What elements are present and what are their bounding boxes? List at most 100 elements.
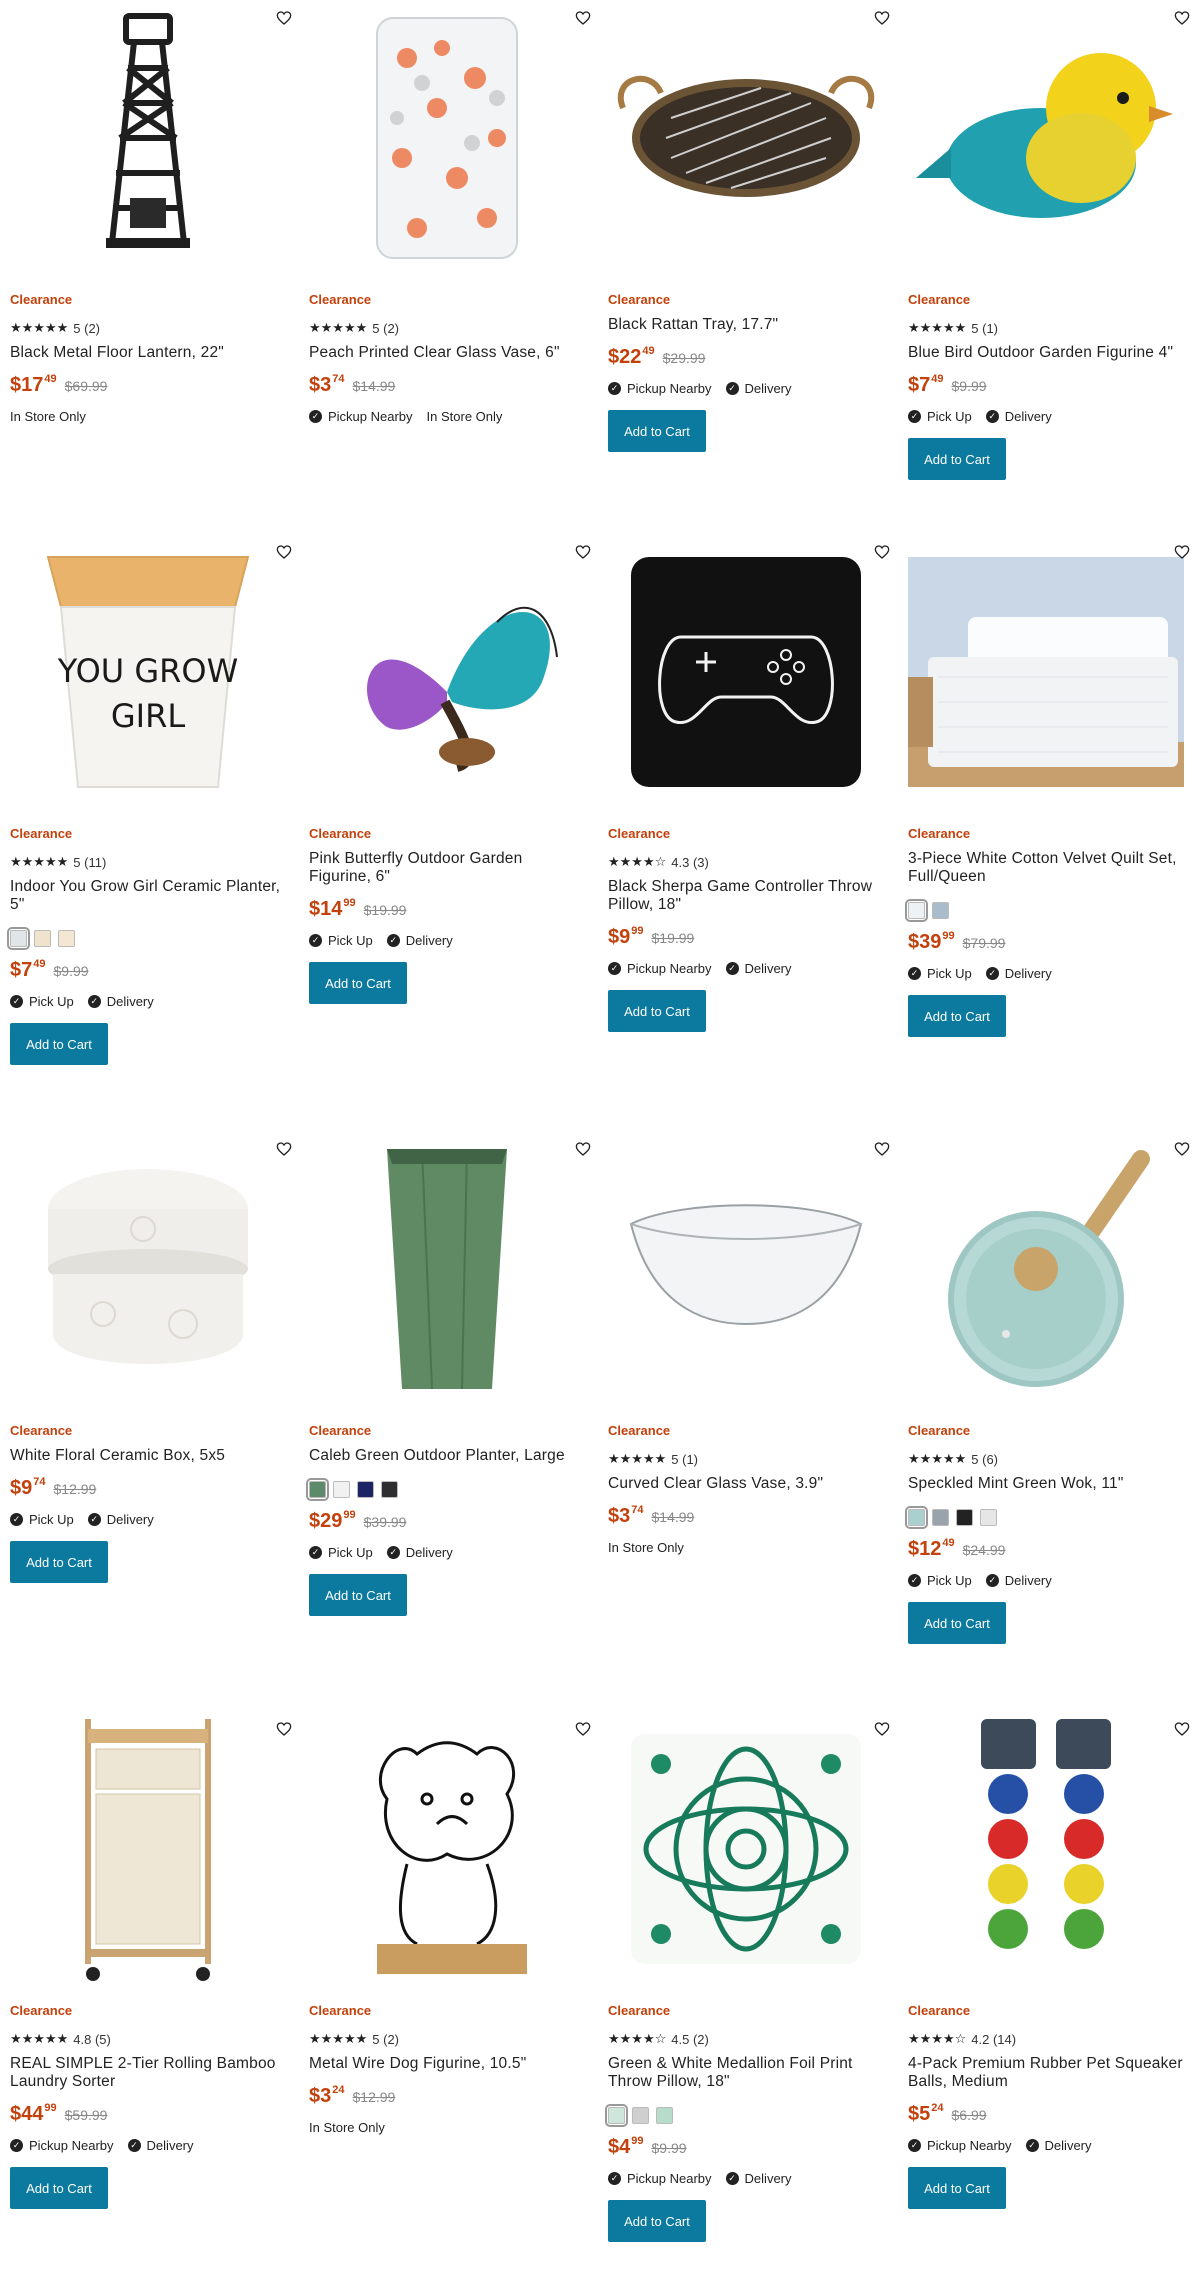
product-title[interactable]: Black Sherpa Game Controller Throw Pillo… <box>608 878 884 914</box>
favorite-heart-icon[interactable] <box>872 8 892 28</box>
color-swatch[interactable] <box>905 899 928 922</box>
product-image[interactable] <box>10 0 292 276</box>
clearance-badge: Clearance <box>309 2003 372 2018</box>
favorite-heart-icon[interactable] <box>274 542 294 562</box>
favorite-heart-icon[interactable] <box>573 1719 593 1739</box>
add-to-cart-button[interactable]: Add to Cart <box>908 438 1006 480</box>
favorite-heart-icon[interactable] <box>274 1139 294 1159</box>
favorite-heart-icon[interactable] <box>1172 1719 1192 1739</box>
add-to-cart-button[interactable]: Add to Cart <box>908 995 1006 1037</box>
product-title[interactable]: Peach Printed Clear Glass Vase, 6" <box>309 344 585 362</box>
product-image[interactable] <box>608 1711 890 1987</box>
product-card[interactable]: Clearance White Floral Ceramic Box, 5x5 $… <box>10 1131 292 1583</box>
product-card[interactable]: YOU GROW GIRL Clearance ★★★★★ 5 (11) Indo… <box>7 534 292 1065</box>
add-to-cart-button[interactable]: Add to Cart <box>608 990 706 1032</box>
add-to-cart-button[interactable]: Add to Cart <box>608 410 706 452</box>
favorite-heart-icon[interactable] <box>1172 542 1192 562</box>
add-to-cart-button[interactable]: Add to Cart <box>908 1602 1006 1644</box>
color-swatch[interactable] <box>605 2104 628 2127</box>
add-to-cart-button[interactable]: Add to Cart <box>309 962 407 1004</box>
favorite-heart-icon[interactable] <box>1172 1139 1192 1159</box>
rating-count: 4.2 (14) <box>971 2031 1017 2047</box>
favorite-heart-icon[interactable] <box>573 1139 593 1159</box>
color-swatch[interactable] <box>58 930 75 947</box>
color-swatch[interactable] <box>932 902 949 919</box>
check-circle-icon: ✓ <box>309 934 322 947</box>
product-card[interactable]: Clearance ★★★★★ 5 (2) Peach Printed Clea… <box>309 0 591 424</box>
product-image[interactable] <box>309 0 591 276</box>
add-to-cart-button[interactable]: Add to Cart <box>309 1574 407 1616</box>
color-swatch[interactable] <box>306 1478 329 1501</box>
product-card[interactable]: Clearance ★★★★★ 5 (2) Metal Wire Dog Fig… <box>309 1711 591 2135</box>
favorite-heart-icon[interactable] <box>872 1719 892 1739</box>
product-card[interactable]: Clearance ★★★★☆ 4.3 (3) Black Sherpa Gam… <box>608 534 890 1032</box>
product-title[interactable]: Metal Wire Dog Figurine, 10.5" <box>309 2055 585 2073</box>
add-to-cart-button[interactable]: Add to Cart <box>10 1023 108 1065</box>
product-image[interactable]: YOU GROW GIRL <box>10 534 292 810</box>
product-image[interactable] <box>10 1711 292 1987</box>
product-card[interactable]: Clearance Caleb Green Outdoor Planter, La… <box>306 1131 591 1616</box>
product-card[interactable]: Clearance ★★★★★ 5 (2) Black Metal Floor … <box>10 0 292 424</box>
product-image[interactable] <box>908 1131 1190 1407</box>
product-image[interactable] <box>908 0 1190 276</box>
product-title[interactable]: Green & White Medallion Foil Print Throw… <box>608 2055 884 2091</box>
product-card[interactable]: Clearance Black Rattan Tray, 17.7" $2249 … <box>608 0 890 452</box>
color-swatch[interactable] <box>980 1509 997 1526</box>
product-title[interactable]: Black Metal Floor Lantern, 22" <box>10 344 286 362</box>
favorite-heart-icon[interactable] <box>872 1139 892 1159</box>
product-image[interactable] <box>608 1131 890 1407</box>
product-card[interactable]: Clearance ★★★★★ 4.8 (5) REAL SIMPLE 2-Ti… <box>10 1711 292 2209</box>
favorite-heart-icon[interactable] <box>274 8 294 28</box>
color-swatch[interactable] <box>333 1481 350 1498</box>
color-swatch[interactable] <box>632 2107 649 2124</box>
product-card[interactable]: Clearance ★★★★★ 5 (1) Blue Bird Outdoor … <box>908 0 1190 480</box>
color-swatch[interactable] <box>7 927 30 950</box>
product-card[interactable]: Clearance 3-Piece White Cotton Velvet Qui… <box>905 534 1190 1037</box>
product-card[interactable]: Clearance Pink Butterfly Outdoor Garden F… <box>309 534 591 1004</box>
product-image[interactable] <box>10 1131 292 1407</box>
product-title[interactable]: 3-Piece White Cotton Velvet Quilt Set, F… <box>908 850 1184 886</box>
product-title[interactable]: Speckled Mint Green Wok, 11" <box>908 1475 1184 1493</box>
product-image[interactable] <box>309 1711 591 1987</box>
product-image[interactable] <box>309 1131 591 1407</box>
product-title[interactable]: Indoor You Grow Girl Ceramic Planter, 5" <box>10 878 286 914</box>
color-swatch[interactable] <box>381 1481 398 1498</box>
color-swatch[interactable] <box>656 2107 673 2124</box>
fulfillment-options: ✓ Pickup Nearby ✓ Delivery <box>608 381 884 396</box>
product-card[interactable]: Clearance ★★★★☆ 4.2 (14) 4-Pack Premium … <box>908 1711 1190 2209</box>
product-title[interactable]: 4-Pack Premium Rubber Pet Squeaker Balls… <box>908 2055 1184 2091</box>
color-swatch[interactable] <box>956 1509 973 1526</box>
product-title[interactable]: Curved Clear Glass Vase, 3.9" <box>608 1475 884 1493</box>
product-card[interactable]: Clearance ★★★★★ 5 (1) Curved Clear Glass… <box>608 1131 890 1555</box>
clearance-badge: Clearance <box>309 826 372 841</box>
favorite-heart-icon[interactable] <box>1172 8 1192 28</box>
product-title[interactable]: REAL SIMPLE 2-Tier Rolling Bamboo Laundr… <box>10 2055 286 2091</box>
product-card[interactable]: Clearance ★★★★★ 5 (6) Speckled Mint Gree… <box>905 1131 1190 1644</box>
color-swatch[interactable] <box>34 930 51 947</box>
favorite-heart-icon[interactable] <box>274 1719 294 1739</box>
add-to-cart-button[interactable]: Add to Cart <box>10 2167 108 2209</box>
favorite-heart-icon[interactable] <box>872 542 892 562</box>
fulfillment-options: ✓ Pick Up ✓ Delivery <box>309 933 585 948</box>
product-title[interactable]: Blue Bird Outdoor Garden Figurine 4" <box>908 344 1184 362</box>
product-image[interactable] <box>908 1711 1190 1987</box>
product-image[interactable] <box>608 534 890 810</box>
original-price: $59.99 <box>64 2107 108 2123</box>
color-swatch[interactable] <box>905 1506 928 1529</box>
fulfillment-options: In Store Only <box>309 2120 585 2135</box>
product-card[interactable]: Clearance ★★★★☆ 4.5 (2) Green & White Me… <box>605 1711 890 2242</box>
add-to-cart-button[interactable]: Add to Cart <box>908 2167 1006 2209</box>
color-swatch[interactable] <box>932 1509 949 1526</box>
product-title[interactable]: Black Rattan Tray, 17.7" <box>608 316 884 334</box>
color-swatch[interactable] <box>357 1481 374 1498</box>
product-image[interactable] <box>908 534 1190 810</box>
favorite-heart-icon[interactable] <box>573 8 593 28</box>
product-image[interactable] <box>608 0 890 276</box>
add-to-cart-button[interactable]: Add to Cart <box>10 1541 108 1583</box>
favorite-heart-icon[interactable] <box>573 542 593 562</box>
product-title[interactable]: Pink Butterfly Outdoor Garden Figurine, … <box>309 850 585 886</box>
product-title[interactable]: White Floral Ceramic Box, 5x5 <box>10 1447 286 1465</box>
add-to-cart-button[interactable]: Add to Cart <box>608 2200 706 2242</box>
product-image[interactable] <box>309 534 591 810</box>
product-title[interactable]: Caleb Green Outdoor Planter, Large <box>309 1447 585 1465</box>
